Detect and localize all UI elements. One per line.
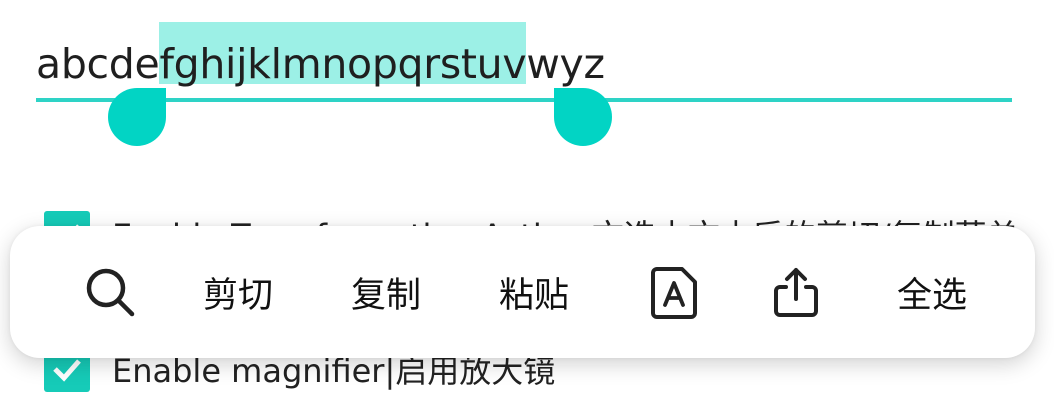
text-before-selection: abcde bbox=[36, 40, 160, 88]
search-icon bbox=[86, 268, 135, 317]
text-after-selection: wyz bbox=[526, 40, 605, 88]
field-underline bbox=[36, 98, 1012, 102]
select-all-label: 全选 bbox=[896, 275, 967, 316]
copy-label: 复制 bbox=[350, 275, 421, 316]
share-icon bbox=[774, 268, 818, 317]
selection-start-handle[interactable] bbox=[108, 88, 166, 146]
selection-end-handle[interactable] bbox=[554, 88, 612, 146]
selected-text[interactable]: fghijklmnopqrstuv bbox=[159, 22, 527, 88]
share-button[interactable] bbox=[756, 226, 836, 358]
paste-label: 粘贴 bbox=[498, 275, 569, 316]
paste-button[interactable]: 粘贴 bbox=[474, 226, 594, 358]
field-text[interactable]: abcdefghijklmnopqrstuvwyz bbox=[36, 22, 605, 88]
translate-icon bbox=[651, 267, 697, 319]
text-input-field[interactable]: abcdefghijklmnopqrstuvwyz bbox=[36, 22, 1012, 102]
cut-label: 剪切 bbox=[202, 275, 273, 316]
cut-button[interactable]: 剪切 bbox=[178, 226, 298, 358]
text-selection-toolbar: 剪切 复制 粘贴 全选 bbox=[10, 226, 1035, 358]
search-button[interactable] bbox=[70, 226, 150, 358]
translate-button[interactable] bbox=[634, 226, 714, 358]
select-all-button[interactable]: 全选 bbox=[872, 226, 992, 358]
copy-button[interactable]: 复制 bbox=[326, 226, 446, 358]
